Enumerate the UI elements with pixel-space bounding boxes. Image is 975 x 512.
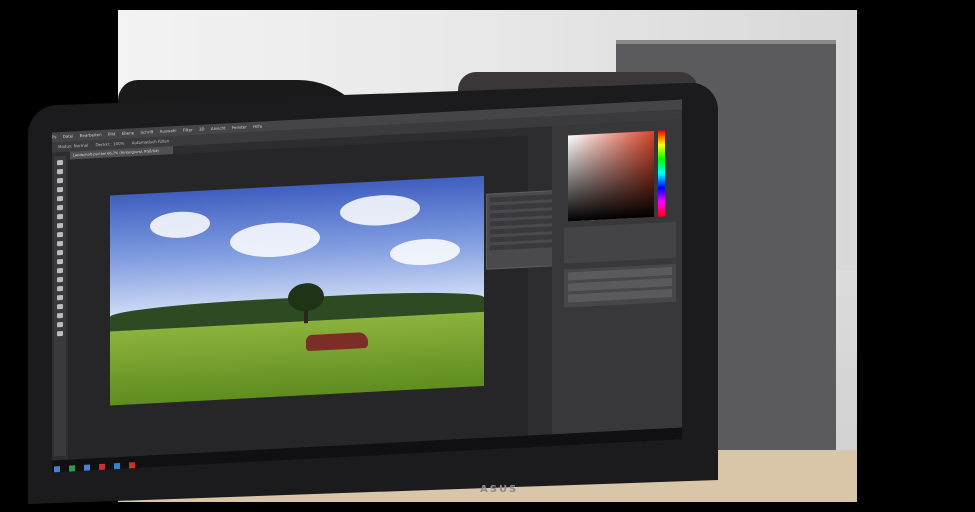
layers-panel	[564, 263, 676, 308]
marquee-tool-icon[interactable]	[57, 168, 63, 175]
menu-fenster[interactable]: Fenster	[232, 124, 247, 130]
hue-slider[interactable]	[658, 130, 665, 217]
app-icon[interactable]	[129, 462, 136, 469]
panel-row[interactable]	[490, 234, 552, 243]
pen-tool-icon[interactable]	[57, 285, 63, 292]
menu-hilfe[interactable]: Hilfe	[253, 123, 262, 128]
gradient-tool-icon[interactable]	[57, 258, 63, 265]
cloud	[390, 237, 460, 267]
menu-schrift[interactable]: Schrift	[141, 129, 154, 135]
brush-tool-icon[interactable]	[57, 222, 63, 229]
adjustments-panel[interactable]	[564, 221, 676, 264]
healing-tool-icon[interactable]	[57, 213, 63, 220]
quick-select-tool-icon[interactable]	[57, 186, 63, 193]
hand-tool-icon[interactable]	[57, 321, 63, 328]
option-opacity[interactable]: Deckkr.: 100%	[95, 141, 124, 148]
menu-bild[interactable]: Bild	[108, 131, 116, 136]
shape-tool-icon[interactable]	[57, 312, 63, 319]
panel-row[interactable]	[490, 210, 552, 219]
option-mode[interactable]: Modus: Normal	[58, 143, 88, 150]
zoom-tool-icon[interactable]	[57, 330, 63, 337]
layer-row[interactable]	[568, 289, 672, 303]
properties-panel[interactable]	[486, 190, 556, 270]
tools-panel	[54, 155, 66, 457]
laptop-screen: Ps Datei Bearbeiten Bild Ebene Schrift A…	[52, 99, 682, 473]
cloud	[230, 220, 320, 260]
panel-row[interactable]	[490, 218, 552, 227]
crop-tool-icon[interactable]	[57, 195, 63, 202]
type-tool-icon[interactable]	[57, 294, 63, 301]
path-select-icon[interactable]	[57, 303, 63, 310]
cloud	[150, 210, 210, 240]
start-icon[interactable]	[54, 466, 60, 473]
menu-ps[interactable]: Ps	[52, 134, 56, 139]
landscape-artwork	[110, 175, 484, 406]
blur-tool-icon[interactable]	[57, 267, 63, 274]
app-icon[interactable]	[84, 464, 91, 471]
lasso-tool-icon[interactable]	[57, 177, 63, 184]
menu-ansicht[interactable]: Ansicht	[211, 125, 226, 131]
eyedropper-tool-icon[interactable]	[57, 204, 63, 211]
menu-datei[interactable]: Datei	[63, 133, 74, 139]
app-icon[interactable]	[99, 463, 106, 471]
old-car	[306, 331, 368, 352]
color-picker-field[interactable]	[568, 130, 654, 222]
photoshop-icon[interactable]	[114, 462, 121, 470]
history-brush-icon[interactable]	[57, 240, 63, 247]
menu-bearbeiten[interactable]: Bearbeiten	[80, 132, 102, 138]
menu-auswahl[interactable]: Auswahl	[160, 128, 177, 134]
asus-logo: ASUS	[480, 484, 519, 495]
panel-row[interactable]	[490, 226, 552, 235]
cloud	[340, 193, 420, 228]
move-tool-icon[interactable]	[57, 159, 63, 166]
option-autofill[interactable]: Automatisch füllen	[132, 138, 170, 145]
panel-row[interactable]	[490, 194, 552, 203]
eraser-tool-icon[interactable]	[57, 249, 63, 256]
dodge-tool-icon[interactable]	[57, 276, 63, 283]
stamp-tool-icon[interactable]	[57, 231, 63, 238]
panel-row[interactable]	[490, 242, 552, 251]
menu-filter[interactable]: Filter	[183, 127, 193, 133]
menu-ebene[interactable]: Ebene	[122, 130, 135, 136]
panel-row[interactable]	[490, 202, 552, 211]
app-icon[interactable]	[69, 465, 76, 472]
menu-3d[interactable]: 3D	[199, 127, 205, 132]
